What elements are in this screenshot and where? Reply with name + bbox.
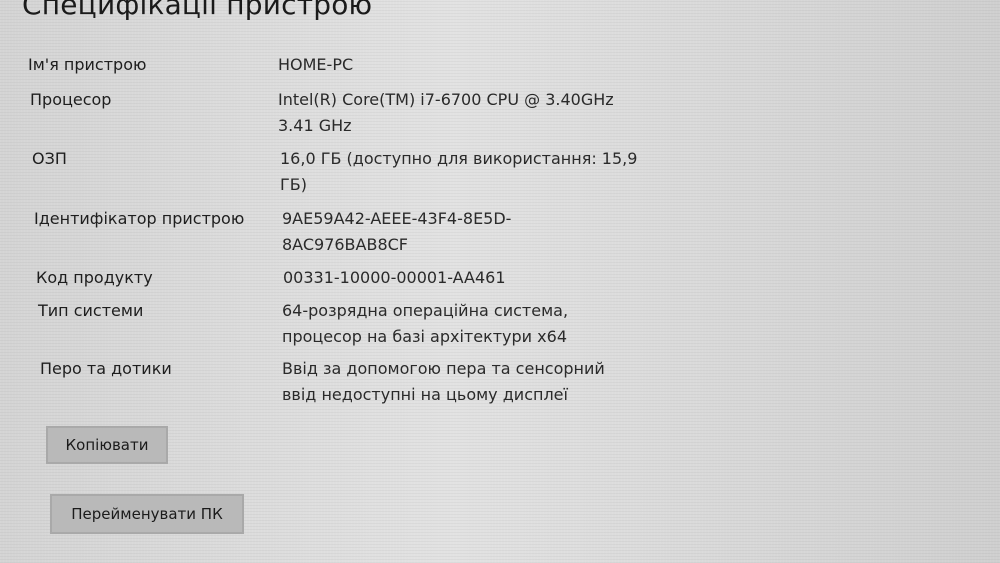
spec-label: Процесор bbox=[30, 90, 112, 109]
spec-value: 9AE59A42-AEEE-43F4-8E5D-8AC976BAB8CF bbox=[282, 209, 512, 254]
spec-value: HOME-PC bbox=[278, 55, 354, 74]
copy-button[interactable]: Копіювати bbox=[46, 426, 168, 464]
spec-value: 16,0 ГБ (доступно для використання: 15,9… bbox=[280, 149, 638, 194]
spec-label: Ім'я пристрою bbox=[28, 55, 147, 74]
spec-label: ОЗП bbox=[32, 149, 67, 168]
spec-label: Код продукту bbox=[36, 268, 153, 287]
spec-value: 64-розрядна операційна система, процесор… bbox=[282, 301, 569, 346]
spec-label: Тип системи bbox=[38, 301, 144, 320]
spec-label: Перо та дотики bbox=[40, 359, 172, 378]
spec-list: Ім'я пристрою HOME-PC Процесор Intel(R) … bbox=[0, 0, 1000, 563]
rename-pc-button[interactable]: Перейменувати ПК bbox=[50, 494, 244, 534]
spec-value: Intel(R) Core(TM) i7-6700 CPU @ 3.40GHz … bbox=[278, 90, 614, 135]
spec-value: Ввід за допомогою пера та сенсорний ввід… bbox=[282, 359, 605, 404]
spec-value: 00331-10000-00001-AA461 bbox=[283, 268, 506, 287]
spec-label: Ідентифікатор пристрою bbox=[34, 209, 245, 228]
